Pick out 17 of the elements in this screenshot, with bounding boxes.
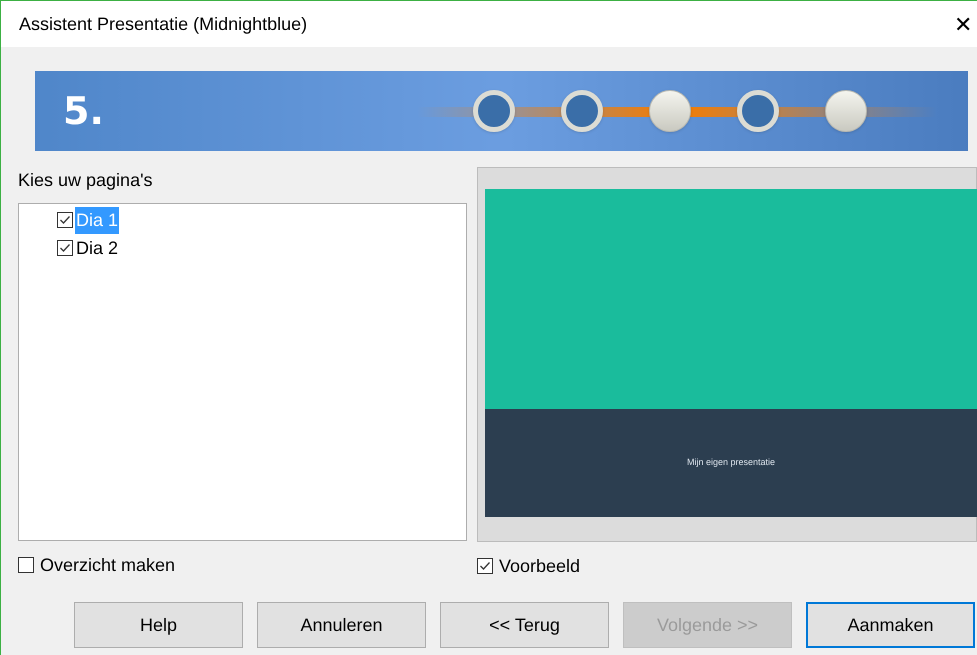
- option-label[interactable]: Overzicht maken: [40, 552, 176, 578]
- dialog-button[interactable]: << Terug: [440, 602, 609, 648]
- checkbox[interactable]: [477, 558, 493, 574]
- checkbox[interactable]: [18, 557, 34, 573]
- checkbox[interactable]: [57, 240, 73, 256]
- dialog-button[interactable]: Aanmaken: [806, 602, 975, 648]
- dialog-button[interactable]: Annuleren: [257, 602, 426, 648]
- dialog-button[interactable]: Help: [74, 602, 243, 648]
- window-title: Assistent Presentatie (Midnightblue): [19, 12, 308, 36]
- pages-list[interactable]: Dia 1 Dia 2: [18, 203, 467, 541]
- step-number: 5.: [63, 88, 104, 134]
- page-item[interactable]: Dia 2: [75, 234, 120, 262]
- close-button[interactable]: ✕: [951, 9, 975, 39]
- option-label[interactable]: Voorbeeld: [499, 552, 580, 580]
- slide-title: Mijn eigen presentatie: [686, 456, 776, 470]
- checkbox[interactable]: [57, 212, 73, 228]
- pages-label: Kies uw pagina's: [18, 169, 154, 191]
